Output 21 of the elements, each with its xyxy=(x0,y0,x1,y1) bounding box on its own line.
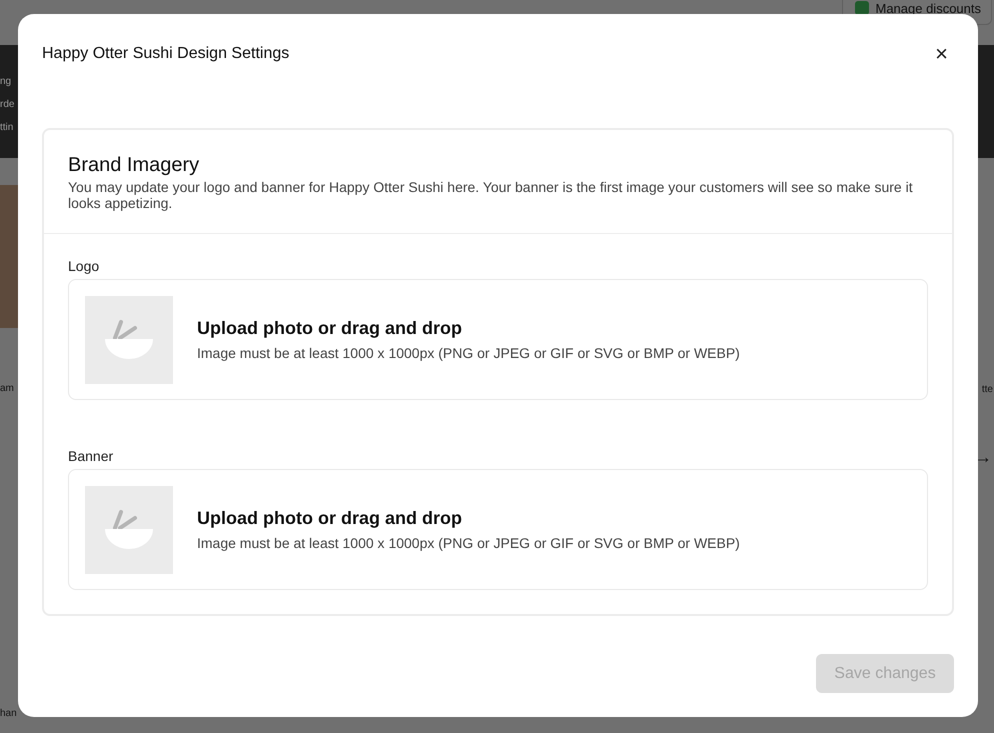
header-text: ttin xyxy=(0,121,14,135)
upload-hint: Image must be at least 1000 x 1000px (PNG or JPEG or GIF or SVG or BMP or WEBP) xyxy=(197,345,740,361)
section-title: Brand Imagery xyxy=(68,154,200,177)
field-label: Logo xyxy=(68,258,100,274)
field-label: Banner xyxy=(68,448,114,464)
header-text: ng xyxy=(0,75,12,89)
upload-hint: Image must be at least 1000 x 1000px (PNG or JPEG or GIF or SVG or BMP or WEBP) xyxy=(197,535,740,551)
arrow-icon[interactable]: → xyxy=(974,447,992,468)
bowl-icon xyxy=(103,318,155,362)
card-title: tte xyxy=(982,384,993,395)
upload-dropzone[interactable]: Upload photo or drag and drop Image must be at least 1000 x 1000px (PNG or JPEG or GIF or SVG or BMP or WEBP) xyxy=(68,279,928,400)
header-text: rde xyxy=(0,98,16,112)
bowl-icon xyxy=(103,508,155,552)
upload-title: Upload photo or drag and drop xyxy=(197,508,463,529)
close-button[interactable]: × xyxy=(929,44,954,64)
upload-dropzone[interactable]: Upload photo or drag and drop Image must be at least 1000 x 1000px (PNG or JPEG or GIF or SVG or BMP or WEBP) xyxy=(68,469,928,590)
dialog-title: Happy Otter Sushi Design Settings xyxy=(42,45,290,63)
upload-title: Upload photo or drag and drop xyxy=(197,318,463,339)
card-title: am xyxy=(0,383,15,394)
card-title: han xyxy=(0,708,18,719)
section-description: You may update your logo and banner for Happy Otter Sushi here. Your banner is the first image your customers will see so make sure it looks appetizing. xyxy=(68,179,914,211)
